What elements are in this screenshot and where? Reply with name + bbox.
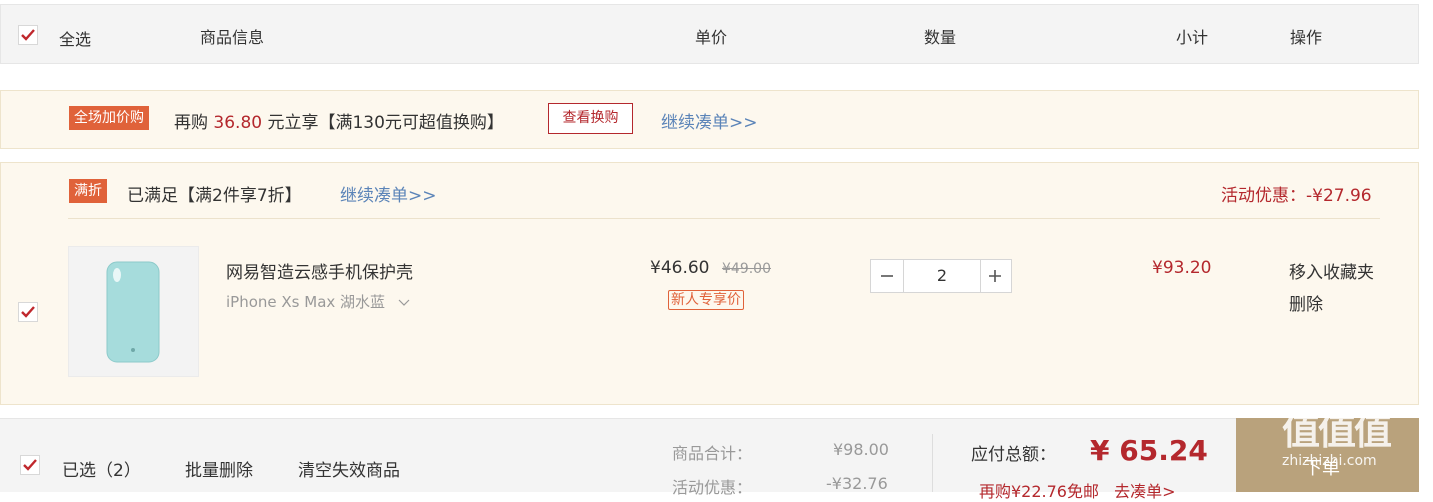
original-price: ¥49.00 bbox=[722, 261, 771, 277]
quantity-stepper: 2 bbox=[870, 259, 1012, 293]
increase-button[interactable] bbox=[979, 260, 1011, 292]
product-spec[interactable]: iPhone Xs Max 湖水蓝 bbox=[226, 291, 410, 312]
group-status-text: 已满足【满2件享7折】 bbox=[127, 186, 302, 206]
promo-tag: 全场加价购 bbox=[69, 106, 149, 130]
item-checkbox[interactable] bbox=[18, 302, 38, 322]
group-discount-text: 活动优惠：-¥27.96 bbox=[1221, 186, 1372, 206]
group-continue-link[interactable]: 继续凑单>> bbox=[340, 181, 437, 206]
column-quantity: 数量 bbox=[924, 28, 957, 47]
column-unit-price: 单价 bbox=[695, 28, 728, 47]
promo-text-suffix: 元立享【满130元可超值换购】 bbox=[267, 113, 504, 133]
footer-select-all-checkbox[interactable] bbox=[20, 455, 40, 475]
watermark: 值值值 zhizhizhi.com bbox=[1282, 409, 1392, 469]
watermark-site: zhizhizhi.com bbox=[1282, 453, 1377, 469]
item-subtotal: ¥93.20 bbox=[1152, 258, 1212, 278]
promo-text: 再购 36.80 元立享【满130元可超值换购】 bbox=[174, 108, 504, 133]
chevron-down-icon bbox=[398, 299, 410, 306]
select-all-label[interactable]: 全选 bbox=[59, 26, 91, 50]
column-subtotal: 小计 bbox=[1176, 28, 1209, 47]
promo-continue-link[interactable]: 继续凑单>> bbox=[661, 108, 758, 133]
batch-delete-link[interactable]: 批量删除 bbox=[185, 456, 253, 481]
footer-divider bbox=[932, 434, 933, 492]
decrease-button[interactable] bbox=[871, 260, 903, 292]
discount-label: 活动优惠： bbox=[672, 478, 753, 497]
unit-price: ¥46.60 bbox=[650, 258, 710, 278]
delete-item-link[interactable]: 删除 bbox=[1289, 290, 1323, 315]
pay-total-label: 应付总额： bbox=[971, 445, 1056, 465]
shipping-hint: 再购¥22.76免邮 去凑单> bbox=[979, 478, 1176, 502]
selected-count: 已选（2） bbox=[62, 461, 141, 481]
phone-case-image bbox=[106, 261, 160, 363]
new-user-price-badge: 新人专享价 bbox=[668, 290, 744, 310]
minus-icon bbox=[881, 275, 893, 277]
product-name[interactable]: 网易智造云感手机保护壳 bbox=[226, 258, 413, 283]
check-icon bbox=[21, 29, 35, 41]
column-actions: 操作 bbox=[1290, 28, 1323, 47]
group-tag: 满折 bbox=[69, 179, 107, 203]
goods-total-label: 商品合计： bbox=[672, 444, 753, 463]
promo-amount: 36.80 bbox=[213, 113, 263, 133]
move-to-favorites-link[interactable]: 移入收藏夹 bbox=[1289, 258, 1374, 283]
select-all-checkbox[interactable] bbox=[18, 25, 38, 45]
group-divider bbox=[68, 218, 1380, 219]
cart-header: 全选 商品信息 单价 数量 小计 操作 bbox=[0, 4, 1419, 64]
pay-total-value: ¥ 65.24 bbox=[1090, 434, 1208, 467]
promo-text-prefix: 再购 bbox=[174, 113, 208, 133]
goods-total-value: ¥98.00 bbox=[833, 440, 889, 459]
quantity-input[interactable]: 2 bbox=[903, 260, 981, 292]
product-spec-text: iPhone Xs Max 湖水蓝 bbox=[226, 293, 386, 311]
clear-invalid-link[interactable]: 清空失效商品 bbox=[298, 456, 400, 481]
check-icon bbox=[21, 306, 35, 318]
plus-icon bbox=[989, 270, 1001, 282]
view-exchange-button[interactable]: 查看换购 bbox=[548, 103, 633, 134]
column-product-info: 商品信息 bbox=[200, 28, 265, 47]
product-thumbnail[interactable] bbox=[68, 246, 199, 377]
watermark-logo: 值值值 bbox=[1282, 409, 1392, 453]
check-icon bbox=[23, 459, 37, 471]
discount-value: -¥32.76 bbox=[826, 474, 888, 493]
